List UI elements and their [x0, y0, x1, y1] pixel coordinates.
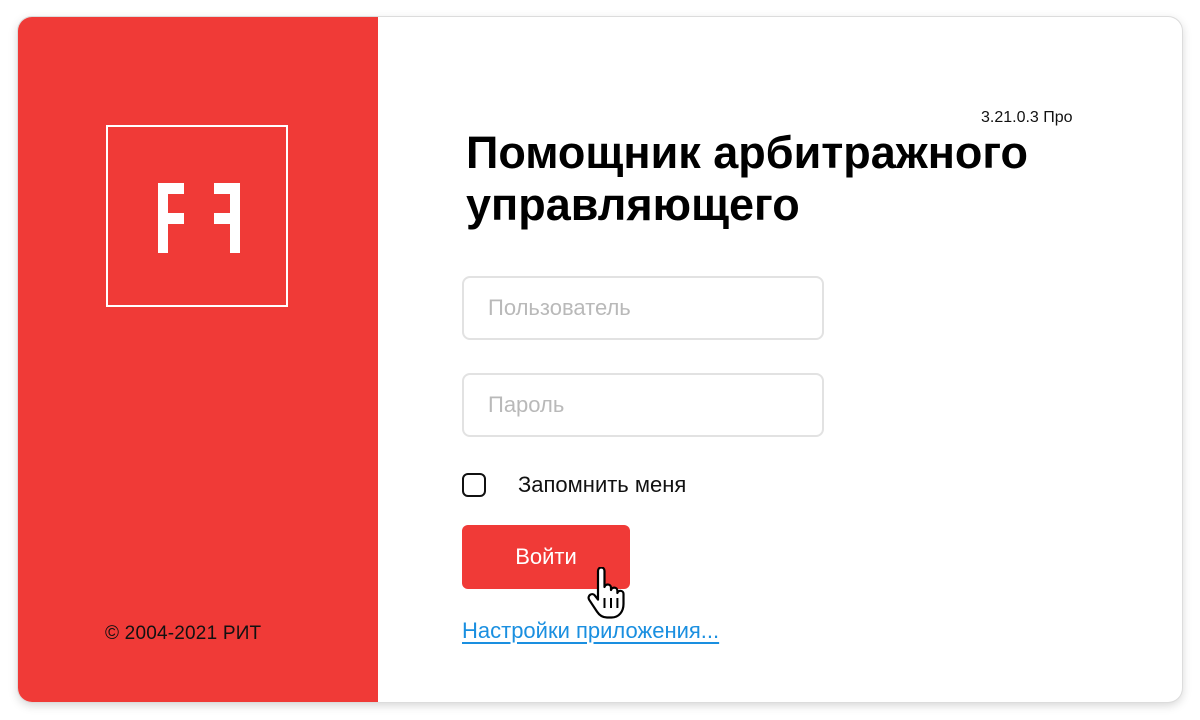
remember-me-checkbox[interactable] — [462, 473, 486, 497]
username-field[interactable] — [462, 276, 824, 340]
version-label: 3.21.0.3 Про — [981, 109, 1073, 126]
password-field[interactable] — [462, 373, 824, 437]
hand-pointer-icon — [587, 567, 625, 619]
app-settings-link[interactable]: Настройки приложения... — [462, 618, 719, 644]
ff-logo-icon — [158, 183, 240, 253]
copyright-text: © 2004-2021 РИТ — [105, 623, 262, 644]
login-form-panel: 3.21.0.3 Про Помощник арбитражного управ… — [378, 17, 1182, 702]
logo — [106, 125, 288, 307]
remember-me-row[interactable]: Запомнить меня — [462, 471, 686, 499]
login-window: © 2004-2021 РИТ 3.21.0.3 Про Помощник ар… — [18, 17, 1182, 702]
remember-me-label[interactable]: Запомнить меня — [518, 472, 686, 498]
brand-panel: © 2004-2021 РИТ — [18, 17, 378, 702]
page-title: Помощник арбитражного управляющего — [466, 127, 1028, 230]
